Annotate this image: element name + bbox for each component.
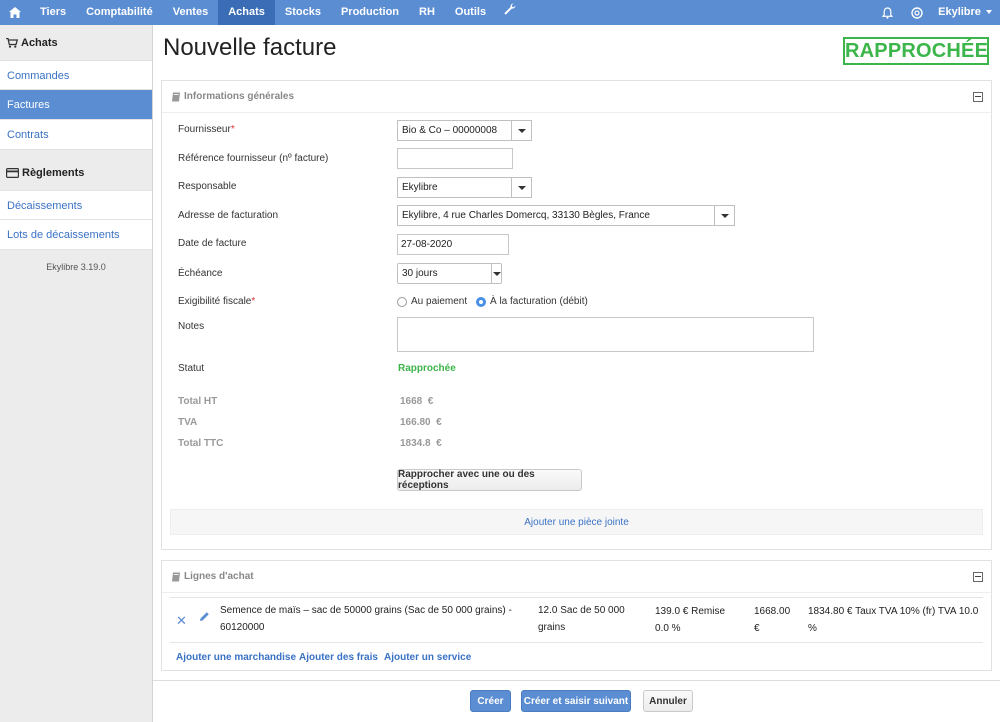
notes-label: Notes — [178, 321, 205, 332]
collapse-icon[interactable] — [973, 571, 983, 582]
sidebar-item-decaissements[interactable]: Décaissements — [0, 190, 152, 220]
credit-card-icon — [6, 167, 19, 178]
due-label: Échéance — [178, 268, 223, 279]
reference-input[interactable] — [397, 148, 513, 169]
attachment-bar: Ajouter une pièce jointe — [170, 509, 983, 535]
edit-line-icon[interactable] — [199, 611, 210, 628]
reference-label: Référence fournisseur (nº facture) — [178, 153, 329, 164]
total-ht-label: Total HT — [178, 396, 218, 407]
supplier-select[interactable]: Bio & Co – 00000008 — [397, 120, 532, 141]
cancel-button[interactable]: Annuler — [643, 690, 693, 712]
tax-radio-payment[interactable]: Au paiement — [397, 296, 467, 307]
responsible-label: Responsable — [178, 181, 237, 192]
line-product: Semence de maïs – sac de 50000 grains (S… — [220, 605, 512, 633]
invoice-date-input[interactable]: 27-08-2020 — [397, 234, 509, 255]
nav-comptabilite[interactable]: Comptabilité — [76, 0, 163, 25]
tva-label: TVA — [178, 417, 198, 428]
page-title: Nouvelle facture — [163, 34, 337, 61]
create-button[interactable]: Créer — [470, 690, 511, 712]
user-menu[interactable]: Ekylibre — [932, 0, 1000, 25]
address-value: Ekylibre, 4 rue Charles Domercq, 33130 B… — [402, 210, 650, 221]
due-value: 30 jours — [402, 268, 438, 279]
radio-checked-icon — [476, 296, 486, 307]
chevron-down-icon — [511, 121, 531, 140]
sidebar-section-reglements: Règlements — [0, 155, 152, 190]
user-name: Ekylibre — [938, 6, 981, 18]
radio-icon — [397, 296, 407, 307]
supplier-value: Bio & Co – 00000008 — [402, 125, 498, 136]
tax-radio-invoice[interactable]: À la facturation (débit) — [476, 296, 588, 307]
chevron-down-icon — [511, 178, 531, 197]
purchase-lines-header: Lignes d'achat — [162, 561, 991, 593]
supplier-label: Fournisseur* — [178, 124, 235, 135]
status-label: Statut — [178, 363, 205, 374]
total-ttc-value: 1834.8 € — [400, 438, 442, 449]
remove-line-icon[interactable]: ✕ — [176, 612, 187, 629]
notes-textarea[interactable] — [397, 317, 814, 352]
chevron-down-icon — [986, 10, 992, 15]
book-icon — [171, 92, 181, 102]
invoice-date-label: Date de facture — [178, 238, 247, 249]
sidebar: Achats Commandes Factures Contrats Règle… — [0, 25, 153, 722]
chevron-down-icon — [714, 206, 734, 225]
address-label: Adresse de facturation — [178, 210, 279, 221]
nav-production[interactable]: Production — [331, 0, 409, 25]
sidebar-section-achats: Achats — [0, 25, 152, 60]
responsible-select[interactable]: Ekylibre — [397, 177, 532, 198]
line-amount: 1668.00 € — [754, 606, 791, 634]
home-icon[interactable] — [0, 0, 30, 25]
total-ttc-label: Total TTC — [178, 438, 224, 449]
add-service-link[interactable]: Ajouter un service — [384, 652, 471, 663]
line-unit-price: 139.0 € Remise 0.0 % — [655, 606, 726, 634]
address-select[interactable]: Ekylibre, 4 rue Charles Domercq, 33130 B… — [397, 205, 735, 226]
nav-stocks[interactable]: Stocks — [275, 0, 331, 25]
tva-value: 166.80 € — [400, 417, 442, 428]
general-info-header: Informations générales — [162, 81, 991, 113]
line-tax: 1834.80 € Taux TVA 10% (fr) TVA 10.0 % — [808, 606, 979, 634]
sidebar-item-factures[interactable]: Factures — [0, 90, 152, 120]
help-lifebuoy-icon[interactable] — [902, 0, 932, 25]
nav-ventes[interactable]: Ventes — [163, 0, 218, 25]
add-attachment-link[interactable]: Ajouter une pièce jointe — [524, 517, 629, 528]
nav-outils[interactable]: Outils — [445, 0, 496, 25]
sidebar-item-commandes[interactable]: Commandes — [0, 60, 152, 90]
chevron-down-icon — [491, 264, 501, 283]
add-fees-link[interactable]: Ajouter des frais — [299, 652, 378, 663]
line-quantity: 12.0 Sac de 50 000 grains — [538, 605, 625, 633]
cart-icon — [6, 37, 18, 48]
wrench-icon[interactable] — [496, 0, 524, 25]
reconcile-button[interactable]: Rapprocher avec une ou des réceptions — [397, 469, 582, 491]
nav-achats[interactable]: Achats — [218, 0, 275, 25]
create-and-next-button[interactable]: Créer et saisir suivant — [521, 690, 631, 712]
tax-label: Exigibilité fiscale* — [178, 296, 256, 307]
sidebar-item-contrats[interactable]: Contrats — [0, 120, 152, 150]
add-goods-link[interactable]: Ajouter une marchandise — [176, 652, 296, 663]
nav-rh[interactable]: RH — [409, 0, 445, 25]
collapse-icon[interactable] — [973, 91, 983, 102]
due-select[interactable]: 30 jours — [397, 263, 502, 284]
app-version: Ekylibre 3.19.0 — [46, 262, 106, 272]
bell-icon[interactable] — [872, 0, 902, 25]
nav-tiers[interactable]: Tiers — [30, 0, 76, 25]
book-icon — [171, 572, 181, 582]
status-value: Rapprochée — [398, 363, 456, 374]
total-ht-value: 1668 € — [400, 396, 434, 407]
sidebar-item-lots-decaissements[interactable]: Lots de décaissements — [0, 220, 152, 250]
top-navbar: Tiers Comptabilité Ventes Achats Stocks … — [0, 0, 1000, 25]
responsible-value: Ekylibre — [402, 182, 438, 193]
table-row: ✕ Semence de maïs – sac de 50000 grains … — [170, 597, 983, 643]
status-stamp: RAPPROCHÉE — [843, 37, 989, 65]
